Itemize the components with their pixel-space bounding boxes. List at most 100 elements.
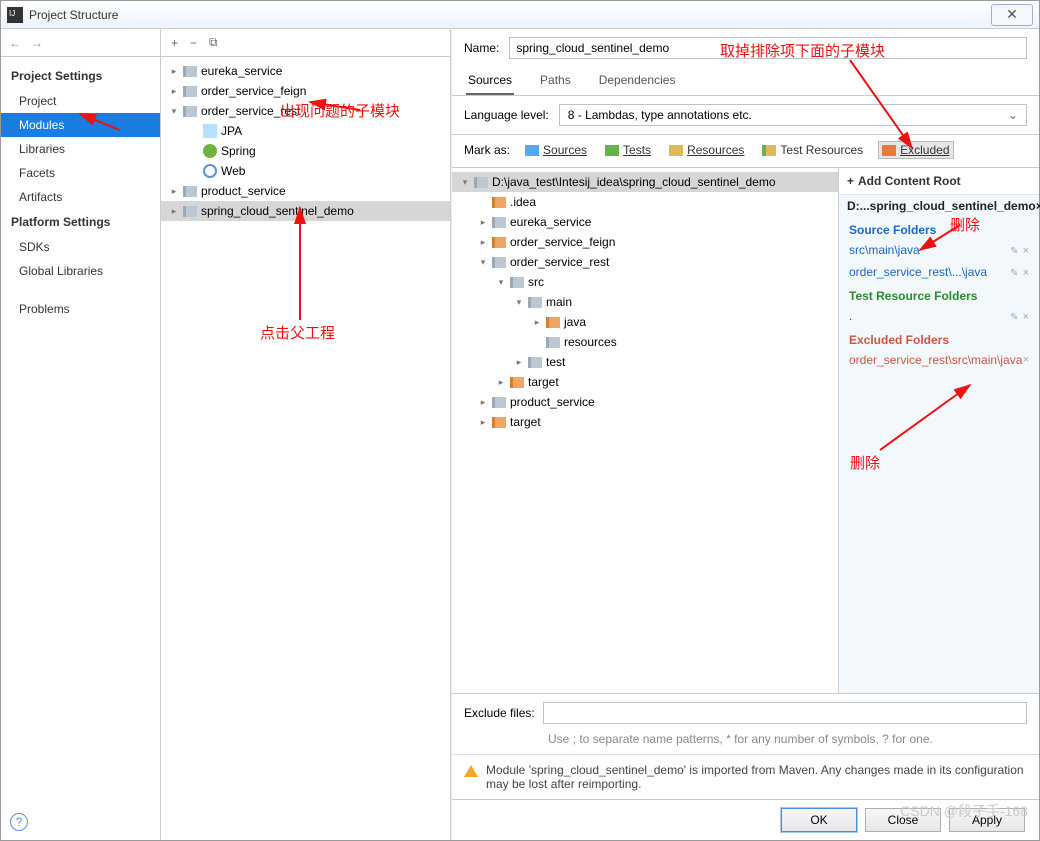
name-label: Name:	[464, 41, 499, 55]
tab-paths[interactable]: Paths	[538, 67, 573, 95]
sidebar-item-sdks[interactable]: SDKs	[1, 235, 160, 259]
folder-icon	[183, 86, 197, 97]
language-level-value: 8 - Lambdas, type annotations etc.	[568, 108, 752, 122]
project-settings-header: Project Settings	[1, 63, 160, 89]
copy-module-icon[interactable]: ⧉	[209, 35, 218, 50]
folder-icon	[492, 397, 506, 408]
mark-excluded-button[interactable]: Excluded	[878, 141, 953, 159]
module-list-panel: + − ⧉ ▸eureka_service▸order_service_feig…	[161, 29, 451, 840]
remove-icon[interactable]: ×	[1023, 354, 1029, 366]
folder-icon	[183, 106, 197, 117]
module-tabs: Sources Paths Dependencies	[452, 67, 1039, 96]
source-folder-item[interactable]: src\main\java✎×	[839, 239, 1039, 261]
language-level-label: Language level:	[464, 108, 549, 122]
module-tree-item[interactable]: ▸spring_cloud_sentinel_demo	[161, 201, 450, 221]
module-tree-item[interactable]: Spring	[161, 141, 450, 161]
nav-back-icon[interactable]: ←	[9, 36, 21, 50]
mark-tests-button[interactable]: Tests	[602, 142, 654, 158]
module-tree-item[interactable]: ▸product_service	[161, 181, 450, 201]
watermark: CSDN @段子手-168	[900, 801, 1028, 821]
module-name-input[interactable]	[509, 37, 1027, 59]
dir-tree-item[interactable]: ▸product_service	[452, 392, 838, 412]
tab-sources[interactable]: Sources	[466, 67, 514, 95]
folder-icon	[492, 417, 506, 428]
sidebar-item-project[interactable]: Project	[1, 89, 160, 113]
dir-tree-item[interactable]: ▾main	[452, 292, 838, 312]
jpa-icon	[203, 124, 217, 138]
source-folders-header: Source Folders	[839, 217, 1039, 239]
dir-tree-item[interactable]: ▸test	[452, 352, 838, 372]
resources-folder-icon	[669, 145, 683, 156]
excluded-folder-item[interactable]: order_service_rest\src\main\java×	[839, 349, 1039, 371]
settings-sidebar: ← → Project Settings Project Modules Lib…	[1, 29, 161, 840]
sidebar-item-global-libs[interactable]: Global Libraries	[1, 259, 160, 283]
folder-icon	[546, 337, 560, 348]
dir-tree-item[interactable]: .idea	[452, 192, 838, 212]
ok-button[interactable]: OK	[781, 808, 857, 832]
folder-icon	[492, 197, 506, 208]
dir-tree-item[interactable]: ▾src	[452, 272, 838, 292]
exclude-files-label: Exclude files:	[464, 706, 535, 720]
language-level-dropdown[interactable]: 8 - Lambdas, type annotations etc. ⌄	[559, 104, 1027, 126]
titlebar: Project Structure ✕	[1, 1, 1039, 29]
app-icon	[7, 7, 23, 23]
help-icon[interactable]: ?	[10, 813, 28, 831]
remove-icon[interactable]: ×	[1023, 311, 1029, 323]
content-root-path[interactable]: D:...spring_cloud_sentinel_demo×	[839, 195, 1039, 217]
exclude-files-input[interactable]	[543, 702, 1027, 724]
nav-forward-icon[interactable]: →	[31, 36, 43, 50]
dir-tree-item[interactable]: ▸target	[452, 412, 838, 432]
folder-icon	[183, 206, 197, 217]
module-tree-item[interactable]: ▸order_service_feign	[161, 81, 450, 101]
sidebar-item-problems[interactable]: Problems	[1, 297, 160, 321]
dir-tree-item[interactable]: ▾D:\java_test\Intesij_idea\spring_cloud_…	[452, 172, 838, 192]
excluded-folders-header: Excluded Folders	[839, 327, 1039, 349]
test-resource-folders-header: Test Resource Folders	[839, 283, 1039, 305]
remove-icon[interactable]: ×	[1023, 245, 1029, 257]
excluded-folder-icon	[882, 145, 896, 156]
edit-icon[interactable]: ✎	[1010, 312, 1018, 323]
edit-icon[interactable]: ✎	[1010, 268, 1018, 279]
module-tree-item[interactable]: Web	[161, 161, 450, 181]
content-roots-panel: +Add Content Root D:...spring_cloud_sent…	[839, 168, 1039, 693]
module-tree-item[interactable]: ▾order_service_rest	[161, 101, 450, 121]
module-list-toolbar: + − ⧉	[161, 29, 450, 57]
window-close-button[interactable]: ✕	[991, 4, 1033, 26]
folder-icon	[474, 177, 488, 188]
module-tree-item[interactable]: ▸eureka_service	[161, 61, 450, 81]
folder-icon	[492, 237, 506, 248]
dir-tree-item[interactable]: ▸target	[452, 372, 838, 392]
test-resources-folder-icon	[762, 145, 776, 156]
mark-sources-button[interactable]: Sources	[522, 142, 590, 158]
folder-icon	[546, 317, 560, 328]
tests-folder-icon	[605, 145, 619, 156]
remove-module-icon[interactable]: −	[190, 36, 197, 50]
dir-tree-item[interactable]: resources	[452, 332, 838, 352]
sidebar-item-libraries[interactable]: Libraries	[1, 137, 160, 161]
project-structure-window: Project Structure ✕ ← → Project Settings…	[0, 0, 1040, 841]
sidebar-item-modules[interactable]: Modules	[1, 113, 160, 137]
dir-tree-item[interactable]: ▸java	[452, 312, 838, 332]
sidebar-item-artifacts[interactable]: Artifacts	[1, 185, 160, 209]
add-module-icon[interactable]: +	[171, 36, 178, 50]
dir-tree-item[interactable]: ▾order_service_rest	[452, 252, 838, 272]
sidebar-item-facets[interactable]: Facets	[1, 161, 160, 185]
content-root-tree[interactable]: ▾D:\java_test\Intesij_idea\spring_cloud_…	[452, 168, 839, 693]
mark-test-resources-button[interactable]: Test Resources	[759, 142, 866, 158]
folder-icon	[510, 377, 524, 388]
plus-icon: +	[847, 174, 854, 188]
folder-icon	[492, 257, 506, 268]
tab-dependencies[interactable]: Dependencies	[597, 67, 678, 95]
module-tree[interactable]: ▸eureka_service▸order_service_feign▾orde…	[161, 57, 450, 840]
folder-icon	[492, 217, 506, 228]
remove-icon[interactable]: ×	[1023, 267, 1029, 279]
mark-resources-button[interactable]: Resources	[666, 142, 747, 158]
remove-root-icon[interactable]: ×	[1036, 199, 1040, 213]
module-tree-item[interactable]: JPA	[161, 121, 450, 141]
add-content-root-button[interactable]: +Add Content Root	[839, 168, 1039, 195]
source-folder-item[interactable]: order_service_rest\...\java✎×	[839, 261, 1039, 283]
dir-tree-item[interactable]: ▸order_service_feign	[452, 232, 838, 252]
test-resource-folder-item[interactable]: .✎×	[839, 305, 1039, 327]
edit-icon[interactable]: ✎	[1010, 246, 1018, 257]
dir-tree-item[interactable]: ▸eureka_service	[452, 212, 838, 232]
